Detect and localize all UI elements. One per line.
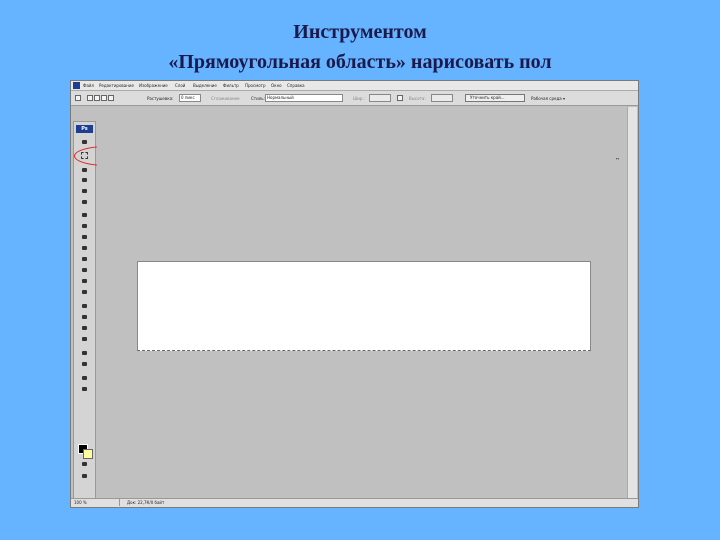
screen-mode-icon[interactable] [80,472,89,479]
history-brush-tool-icon[interactable] [80,244,89,251]
menu-item-file[interactable]: Файл [83,83,94,88]
slide-title-line2: «Прямоугольная область» нарисовать пол [168,51,552,73]
lasso-tool-icon[interactable] [80,166,89,173]
width-label: Шир.: [353,96,366,101]
brush-tool-icon[interactable] [80,222,89,229]
marquee-preset-icon[interactable] [75,95,81,101]
menu-bar: Файл Редактирование Изображение Слой Выд… [71,81,638,91]
width-input[interactable] [369,94,391,102]
resize-arrows-icon: ↔ [616,156,620,161]
height-input[interactable] [431,94,453,102]
intersect-selection-icon[interactable] [108,95,114,101]
shape-tool-icon[interactable] [80,335,89,342]
style-select[interactable]: Нормальный [265,94,343,102]
vertical-scrollbar[interactable] [627,107,637,499]
move-tool-icon[interactable] [80,138,89,145]
antialias-label[interactable]: Сглаживание [211,96,240,101]
new-selection-icon[interactable] [87,95,93,101]
document-canvas[interactable] [137,261,591,351]
slice-tool-icon[interactable] [80,198,89,205]
height-label: Высота: [409,96,426,101]
eraser-tool-icon[interactable] [80,255,89,262]
status-bar: 100 % Док: 22,7К/0 байт [71,498,638,507]
background-color-swatch[interactable] [83,449,93,459]
eyedropper-tool-icon[interactable] [80,360,89,367]
workspace-menu[interactable]: Рабочая среда ▾ [531,96,565,101]
app-logo-icon [73,82,80,89]
options-bar: Растушевка: 0 пикс Сглаживание Стиль: Но… [71,91,638,106]
quick-mask-icon[interactable] [80,460,89,467]
ps-logo: Ps [76,125,93,133]
subtract-selection-icon[interactable] [101,95,107,101]
refine-edge-button[interactable]: Уточнить край... [465,94,525,102]
magic-wand-tool-icon[interactable] [80,176,89,183]
gradient-tool-icon[interactable] [80,266,89,273]
path-selection-tool-icon[interactable] [80,324,89,331]
menu-item-window[interactable]: Окно [271,83,282,88]
menu-item-filter[interactable]: Фильтр [223,83,239,88]
menu-item-select[interactable]: Выделение [193,83,217,88]
menu-item-image[interactable]: Изображение [139,83,168,88]
canvas-area[interactable] [97,107,625,497]
crop-tool-icon[interactable] [80,187,89,194]
feather-input[interactable]: 0 пикс [179,94,201,102]
blur-tool-icon[interactable] [80,277,89,284]
swap-dimensions-icon[interactable] [397,95,403,101]
type-tool-icon[interactable] [80,313,89,320]
notes-tool-icon[interactable] [80,349,89,356]
status-divider [95,499,120,506]
zoom-level[interactable]: 100 % [74,500,87,505]
healing-brush-tool-icon[interactable] [80,211,89,218]
menu-item-help[interactable]: Справка [287,83,305,88]
hand-tool-icon[interactable] [80,374,89,381]
toolbox: Ps [73,121,96,506]
menu-item-view[interactable]: Просмотр [245,83,266,88]
clone-stamp-tool-icon[interactable] [80,233,89,240]
style-label: Стиль: [251,96,265,101]
photoshop-window: Файл Редактирование Изображение Слой Выд… [70,80,639,508]
feather-label: Растушевка: [147,96,174,101]
menu-item-edit[interactable]: Редактирование [99,83,134,88]
pen-tool-icon[interactable] [80,302,89,309]
add-selection-icon[interactable] [94,95,100,101]
zoom-tool-icon[interactable] [80,385,89,392]
menu-item-layer[interactable]: Слой [175,83,185,88]
slide-title-line1: Инструментом [293,21,427,43]
dodge-tool-icon[interactable] [80,288,89,295]
document-info[interactable]: Док: 22,7К/0 байт [127,500,164,505]
